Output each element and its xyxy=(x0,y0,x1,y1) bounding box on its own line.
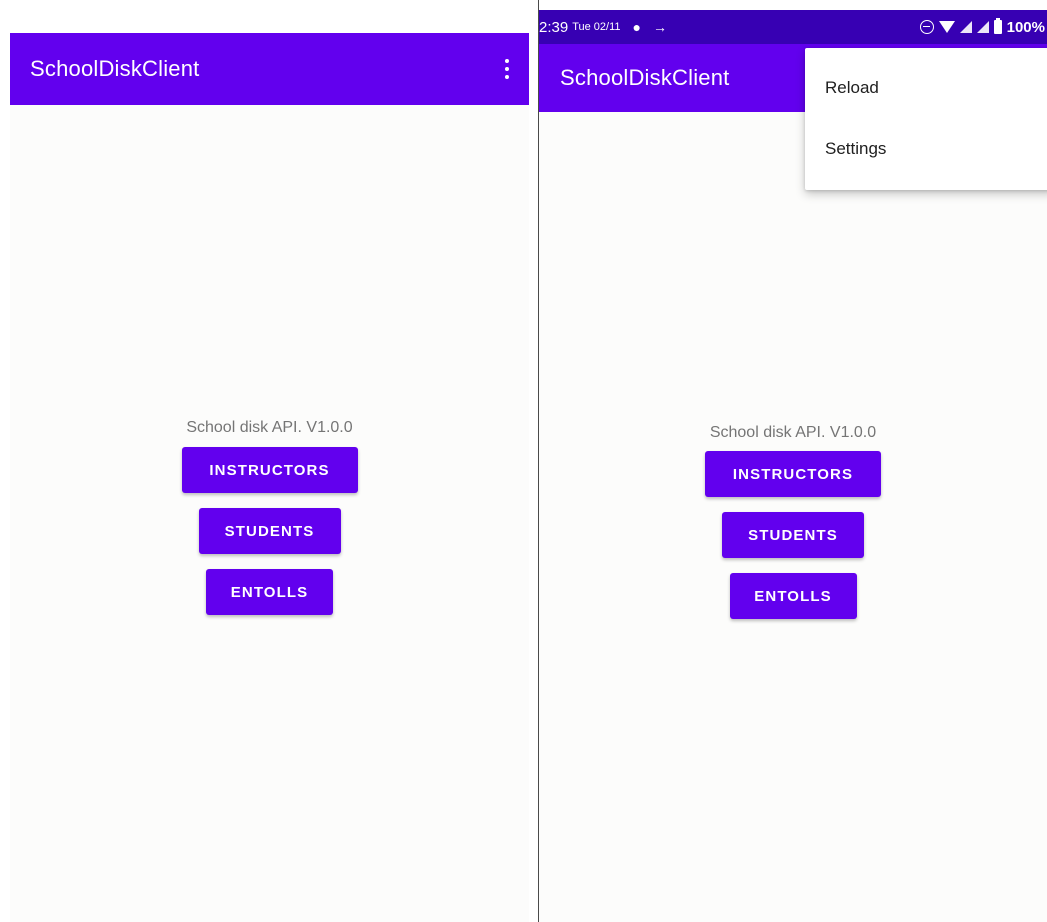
entolls-button[interactable]: ENTOLLS xyxy=(206,569,333,615)
overflow-popup-menu: Reload Settings xyxy=(805,48,1047,190)
signal-icon xyxy=(959,21,972,33)
usb-debug-icon: → xyxy=(653,19,667,35)
battery-percent: 100% xyxy=(1006,18,1045,36)
api-version-label: School disk API. V1.0.0 xyxy=(186,419,353,436)
screen-main: SchoolDiskClient School disk API. V1.0.0… xyxy=(10,0,529,922)
wifi-icon xyxy=(938,21,955,33)
status-icons: 100% xyxy=(919,10,1045,44)
button-group: School disk API. V1.0.0 INSTRUCTORS STUD… xyxy=(539,423,1047,634)
instructors-button[interactable]: INSTRUCTORS xyxy=(705,451,881,497)
app-title: SchoolDiskClient xyxy=(560,65,730,90)
app-title: SchoolDiskClient xyxy=(30,56,200,81)
menu-item-reload[interactable]: Reload xyxy=(825,78,879,98)
students-button[interactable]: STUDENTS xyxy=(722,512,864,558)
status-date: Tue 02/11 xyxy=(572,21,621,33)
students-button[interactable]: STUDENTS xyxy=(198,508,341,554)
ghost-notification-icon: ● xyxy=(632,19,641,35)
button-group: School disk API. V1.0.0 INSTRUCTORS STUD… xyxy=(10,418,529,630)
overflow-menu-icon[interactable] xyxy=(501,57,513,81)
instructors-button[interactable]: INSTRUCTORS xyxy=(181,447,358,493)
menu-item-settings[interactable]: Settings xyxy=(825,139,886,159)
app-bar: SchoolDiskClient xyxy=(10,33,529,105)
battery-icon xyxy=(993,18,1002,34)
status-bar: 2:39 Tue 02/11 ● → 100% xyxy=(539,10,1047,44)
entolls-button[interactable]: ENTOLLS xyxy=(729,573,857,619)
do-not-disturb-icon xyxy=(919,20,934,34)
api-version-label: School disk API. V1.0.0 xyxy=(709,424,877,441)
screen-menu-open: 2:39 Tue 02/11 ● → 100% SchoolDiskClient… xyxy=(539,10,1047,922)
signal-icon-2 xyxy=(976,21,989,33)
status-time: 2:39 xyxy=(539,18,569,36)
